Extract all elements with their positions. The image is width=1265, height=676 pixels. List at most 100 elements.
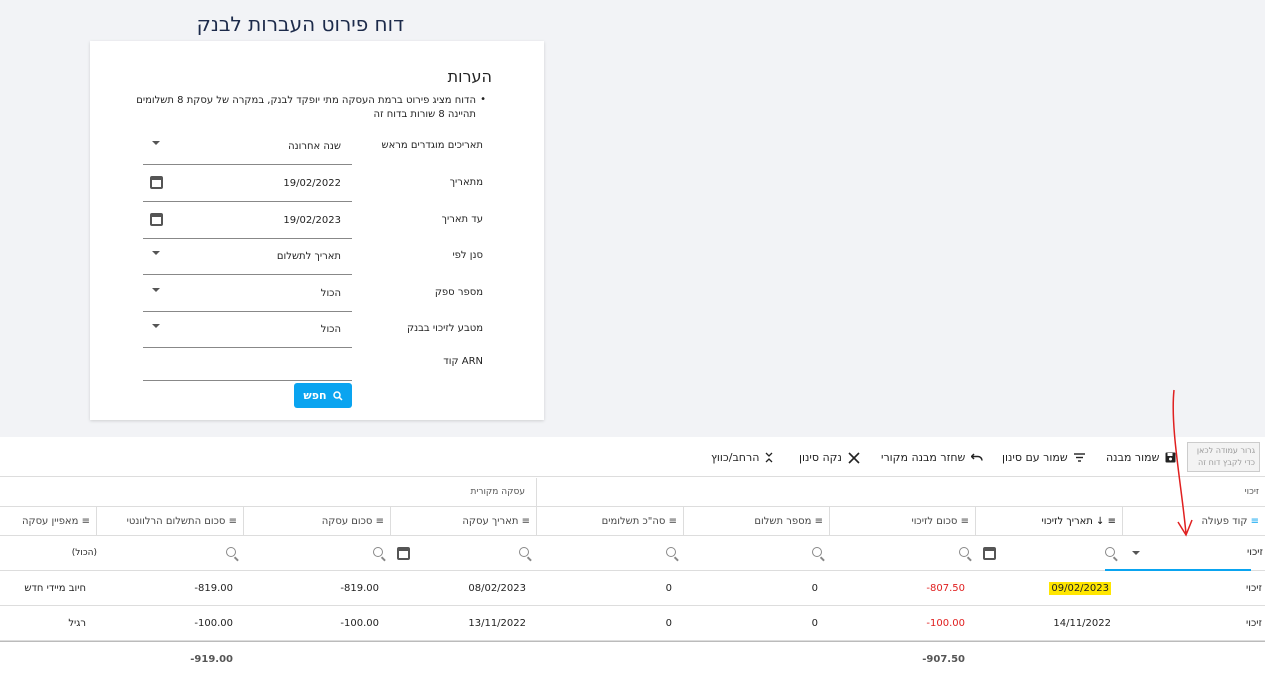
col-credit-date[interactable]: תאריך לזיכוי ↓ ≡: [975, 507, 1122, 536]
cell-transaction-type: חיוב מיידי חדש: [24, 583, 86, 594]
col-credit-amount[interactable]: סכום לזיכוי ≡: [829, 507, 975, 536]
chevron-down-icon[interactable]: [152, 251, 160, 255]
table-row[interactable]: זיכוי 09/02/2023 -807.50 0 0 08/02/2023 …: [0, 571, 1265, 606]
chevron-down-icon[interactable]: [152, 324, 160, 328]
filter-by-label: סנן לפי: [452, 250, 483, 261]
col-credit-date-label: תאריך לזיכוי ↓: [1041, 516, 1105, 527]
col-action-code-label: קוד פעולה: [1201, 516, 1248, 527]
filter-icon[interactable]: ≡: [1251, 516, 1259, 527]
notes-text: הדוח מציג פירוט ברמת העסקה מתי יופקד לבנ…: [136, 95, 476, 120]
calendar-icon[interactable]: [150, 213, 163, 226]
cell-payment-number: 0: [811, 583, 818, 594]
filter-icon[interactable]: ≡: [229, 516, 237, 527]
col-transaction-amount[interactable]: סכום עסקה ≡: [243, 507, 390, 536]
credit-amount-filter[interactable]: [959, 536, 973, 571]
undo-icon: [971, 453, 984, 461]
from-date-value: 19/02/2022: [283, 178, 341, 189]
currency-label: מטבע לזיכוי בבנק: [407, 323, 483, 334]
transaction-type-filter[interactable]: (הכול): [60, 536, 100, 571]
save-layout-label: שמור מבנה: [1106, 451, 1160, 464]
filter-icon[interactable]: ≡: [376, 516, 384, 527]
total-credit-amount: -907.50: [922, 654, 965, 665]
preset-dates-select[interactable]: שנה אחרונה: [143, 128, 352, 165]
relevant-payment-filter[interactable]: [226, 536, 240, 571]
cell-transaction-date: 08/02/2023: [468, 583, 526, 594]
search-button-label: חפש: [303, 389, 327, 402]
col-transaction-type[interactable]: מאפיין עסקה ≡: [0, 507, 96, 536]
action-code-filter[interactable]: זיכוי: [1105, 536, 1263, 571]
from-date-field[interactable]: 19/02/2022: [143, 165, 352, 202]
total-payments-filter[interactable]: [666, 536, 680, 571]
highlighted-date: 09/02/2023: [1049, 582, 1111, 595]
arn-label: קוד ARN: [443, 356, 483, 367]
clear-filter-label: נקה סינון: [799, 451, 842, 464]
filter-icon[interactable]: ≡: [961, 516, 969, 527]
col-payment-number[interactable]: מספר תשלום ≡: [683, 507, 829, 536]
chevron-down-icon[interactable]: [1132, 551, 1140, 555]
col-total-payments-label: סה"כ תשלומים: [601, 516, 666, 527]
filter-by-select[interactable]: תאריך לתשלום: [143, 238, 352, 275]
notes-title: הערות: [447, 67, 492, 86]
cell-relevant-payment: -819.00: [194, 583, 233, 594]
transaction-type-filter-value: (הכול): [71, 548, 97, 558]
annotation-arrow-icon: [1172, 389, 1193, 537]
col-transaction-date[interactable]: תאריך עסקה ≡: [390, 507, 536, 536]
from-date-label: מתאריך: [449, 177, 483, 188]
cell-total-payments: 0: [665, 583, 672, 594]
from-date-row: מתאריך 19/02/2022: [143, 165, 483, 202]
filter-icon[interactable]: ≡: [669, 516, 677, 527]
filter-card: הערות • הדוח מציג פירוט ברמת העסקה מתי י…: [90, 41, 544, 420]
preset-dates-row: תאריכים מוגדרים מראש שנה אחרונה: [143, 128, 483, 165]
transaction-amount-filter[interactable]: [373, 536, 387, 571]
group-divider: [536, 478, 537, 507]
save-with-filter-button[interactable]: שמור עם סינון: [1002, 451, 1085, 464]
cell-action-code: זיכוי: [1246, 583, 1262, 594]
clear-filter-button[interactable]: נקה סינון: [799, 451, 860, 464]
supplier-select[interactable]: הכול: [143, 275, 352, 312]
filter-by-row: סנן לפי תאריך לתשלום: [143, 238, 483, 275]
col-relevant-payment[interactable]: סכום התשלום הרלוונטי ≡: [96, 507, 243, 536]
column-group-row: זיכוי עסקה מקורית: [0, 478, 1265, 507]
cell-transaction-date: 13/11/2022: [468, 618, 526, 629]
close-icon: [848, 451, 860, 464]
filter-icon: [1073, 453, 1085, 462]
col-payment-number-label: מספר תשלום: [754, 516, 812, 527]
calendar-icon[interactable]: [983, 547, 996, 560]
filter-icon[interactable]: ≡: [1108, 516, 1116, 527]
cell-total-payments: 0: [665, 618, 672, 629]
chevron-down-icon[interactable]: [152, 141, 160, 145]
restore-layout-label: שחזר מבנה מקורי: [881, 451, 966, 464]
total-relevant-payment: -919.00: [190, 654, 233, 665]
col-total-payments[interactable]: סה"כ תשלומים ≡: [536, 507, 683, 536]
search-icon: [373, 547, 383, 557]
currency-row: מטבע לזיכוי בבנק הכול: [143, 311, 483, 348]
to-date-field[interactable]: 19/02/2023: [143, 202, 352, 239]
cell-transaction-amount: -819.00: [340, 583, 379, 594]
arn-input[interactable]: [143, 344, 352, 381]
table-row[interactable]: זיכוי 14/11/2022 -100.00 0 0 13/11/2022 …: [0, 606, 1265, 641]
search-icon: [959, 547, 969, 557]
filter-row: זיכוי (הכול): [0, 536, 1265, 571]
search-button[interactable]: חפש: [294, 383, 352, 408]
preset-dates-label: תאריכים מוגדרים מראש: [381, 140, 483, 151]
expand-collapse-icon: [765, 452, 773, 463]
expand-collapse-button[interactable]: הרחב/כווץ: [711, 451, 773, 464]
calendar-icon[interactable]: [397, 547, 410, 560]
chevron-down-icon[interactable]: [152, 288, 160, 292]
expand-collapse-label: הרחב/כווץ: [711, 451, 760, 464]
calendar-icon[interactable]: [150, 176, 163, 189]
currency-value: הכול: [320, 324, 341, 335]
search-icon: [226, 547, 236, 557]
transaction-date-filter[interactable]: [397, 536, 411, 571]
supplier-value: הכול: [320, 288, 341, 299]
credit-date-filter[interactable]: [983, 536, 997, 571]
currency-select[interactable]: הכול: [143, 311, 352, 348]
filter-icon[interactable]: ≡: [815, 516, 823, 527]
cell-credit-date: 14/11/2022: [1053, 618, 1111, 629]
restore-layout-button[interactable]: שחזר מבנה מקורי: [881, 451, 984, 464]
cell-payment-number: 0: [811, 618, 818, 629]
payment-number-filter[interactable]: [812, 536, 826, 571]
transaction-date-search[interactable]: [519, 536, 533, 571]
filter-icon[interactable]: ≡: [82, 516, 90, 527]
filter-icon[interactable]: ≡: [522, 516, 530, 527]
